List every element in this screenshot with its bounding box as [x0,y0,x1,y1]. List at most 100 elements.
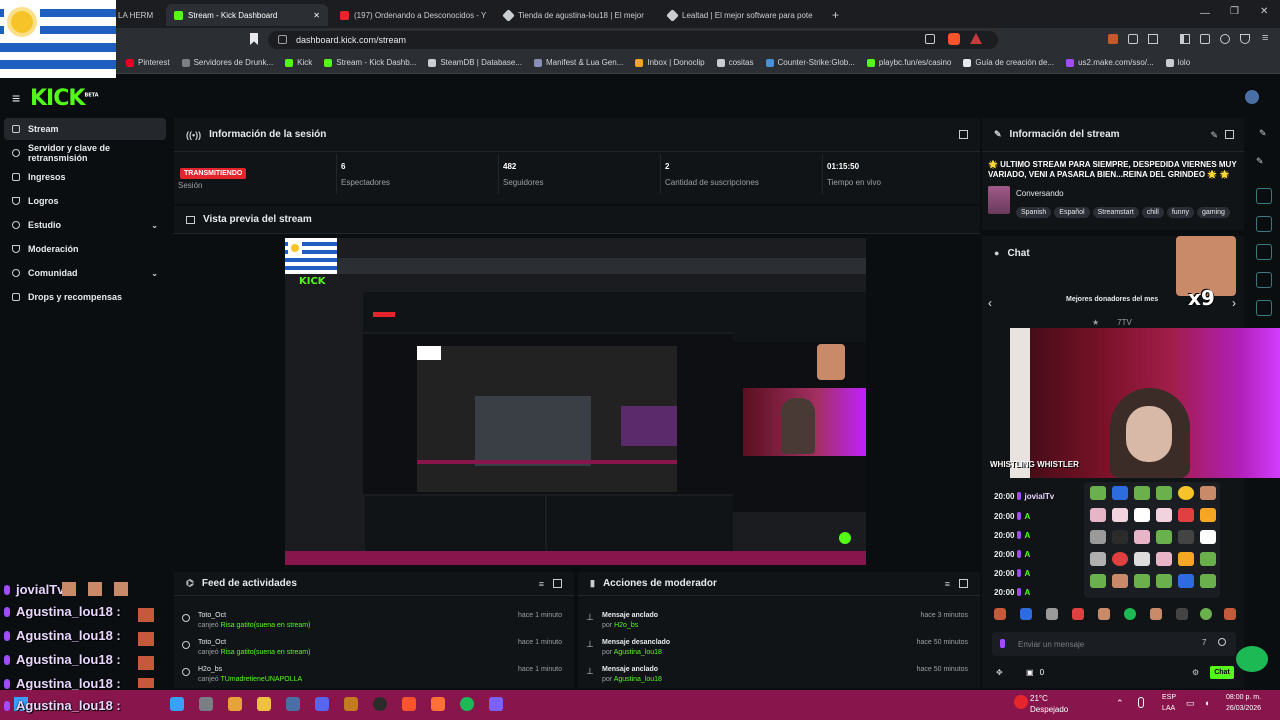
brave-icon[interactable] [402,697,416,711]
emote[interactable] [1134,574,1150,588]
browser-tab[interactable]: (197) Ordenando a Desconocidos - Y [332,4,492,26]
emote[interactable] [1098,608,1110,620]
brave-shields-icon[interactable] [948,33,960,45]
browser-tab-active[interactable]: Stream - Kick Dashboard ✕ [166,4,328,26]
file-explorer-icon[interactable] [170,697,184,711]
emote-picker[interactable] [1084,482,1220,598]
sidebar-item-moderation[interactable]: Moderación [4,238,166,260]
chevron-right-icon[interactable]: › [1232,296,1236,310]
emote[interactable] [1090,574,1106,588]
firefox-icon[interactable] [431,697,445,711]
emote[interactable] [1200,552,1216,566]
sidebar-item-studio[interactable]: Estudio ⌄ [4,214,166,236]
emote[interactable] [1112,552,1128,566]
bookmark-item[interactable]: cositas [716,58,754,67]
store-icon[interactable] [228,697,242,711]
emote[interactable] [1200,486,1216,500]
emote[interactable] [1178,574,1194,588]
extension-icon[interactable] [1108,34,1118,44]
sidebar-item-stream[interactable]: Stream [4,118,166,140]
emote[interactable] [1020,608,1032,620]
popout-icon[interactable] [959,130,968,139]
bookmark-item[interactable]: Stream - Kick Dashb... [324,58,416,67]
site-info-icon[interactable] [278,35,287,44]
language-bottom[interactable]: LAA [1162,705,1175,712]
clock-date[interactable]: 26/03/2026 [1226,705,1261,712]
app-icon[interactable] [489,697,503,711]
bookmark-item[interactable]: Manifest & Lua Gen... [534,58,623,67]
sidebar-item-drops[interactable]: Drops y recompensas [4,286,166,308]
sidebar-item-community[interactable]: Comunidad ⌄ [4,262,166,284]
emote[interactable] [1224,608,1236,620]
seventv-icon[interactable]: 7 [1202,638,1206,647]
pen-icon[interactable]: ✎ [1256,156,1264,167]
clock-time[interactable]: 08:00 p. m. [1226,694,1261,701]
browser-tab[interactable]: LA HERM [110,4,166,26]
tool-button-icon[interactable] [1256,216,1272,232]
bookmark-item[interactable]: Kick [285,58,312,67]
emote[interactable] [1134,552,1150,566]
emote[interactable] [1112,530,1128,544]
popout-icon[interactable] [959,579,968,588]
emote[interactable] [1072,608,1084,620]
maximize-window-icon[interactable]: ❐ [1230,6,1239,17]
wallet-icon[interactable] [1200,34,1210,44]
kick-logo[interactable]: KICKBETA [30,86,99,111]
tool-button-icon[interactable] [1256,188,1272,204]
emote[interactable] [1176,608,1188,620]
avatar[interactable] [1245,90,1259,104]
bookmark-item[interactable]: lolo [1165,58,1190,67]
folder-icon[interactable] [257,697,271,711]
emote[interactable] [1200,574,1216,588]
tool-button-icon[interactable] [1256,300,1272,316]
emote[interactable] [1134,508,1150,522]
emote[interactable] [1124,608,1136,620]
share-icon[interactable] [925,34,935,44]
browser-tab[interactable]: Lealtad | El mejor software para pote [660,4,820,26]
emote[interactable] [1112,486,1128,500]
filter-icon[interactable]: ≡ [539,579,544,589]
bookmark-item[interactable]: Inbox | Donoclip [635,58,705,67]
popout-icon[interactable] [553,579,562,588]
sidebar-toggle-icon[interactable] [1180,34,1190,44]
chat-input[interactable]: Enviar un mensaje 7 [992,632,1236,656]
close-window-icon[interactable]: ✕ [1260,6,1268,17]
roblox-icon[interactable] [344,697,358,711]
bookmark-item[interactable]: playbc.fun/es/casino [866,58,951,67]
network-icon[interactable]: ▭ [1186,698,1195,709]
chevron-left-icon[interactable]: ‹ [988,296,992,310]
send-chat-button[interactable]: Chat [1210,666,1234,679]
weather-icon[interactable] [1014,695,1028,709]
emote[interactable] [1090,552,1106,566]
emoji-icon[interactable] [1218,638,1226,646]
vpn-icon[interactable] [1240,34,1250,44]
emote[interactable] [1156,486,1172,500]
bookmark-item[interactable]: Counter-Strike:Glob... [765,58,855,67]
emote[interactable] [1178,486,1194,500]
emote[interactable] [1178,552,1194,566]
emote[interactable] [1156,574,1172,588]
edit-icon[interactable]: ✎ [1210,130,1218,141]
emote[interactable] [1112,508,1128,522]
browser-tab[interactable]: Tienda de agustina-lou18 | El mejor [496,4,656,26]
filter-icon[interactable]: ≡ [945,579,950,589]
emote[interactable] [1090,508,1106,522]
emote[interactable] [1178,508,1194,522]
screenshot-icon[interactable] [1148,34,1158,44]
emote[interactable] [1134,530,1150,544]
stream-preview-video[interactable]: KICK [285,238,866,565]
profile-icon[interactable] [1220,34,1230,44]
tool-button-icon[interactable] [1256,272,1272,288]
emote[interactable] [1134,486,1150,500]
emote[interactable] [1150,608,1162,620]
brave-rewards-icon[interactable] [970,33,982,44]
emote[interactable] [1156,552,1172,566]
sidebar-item-achievements[interactable]: Logros [4,190,166,212]
emote[interactable] [1200,608,1212,620]
emote[interactable] [1178,530,1194,544]
emote[interactable] [1156,530,1172,544]
tool-button-icon[interactable] [1256,244,1272,260]
discord-icon[interactable] [315,697,329,711]
bookmark-item[interactable]: us2.make.com/sso/... [1066,58,1154,67]
bookmark-item[interactable]: Pinterest [126,58,170,67]
